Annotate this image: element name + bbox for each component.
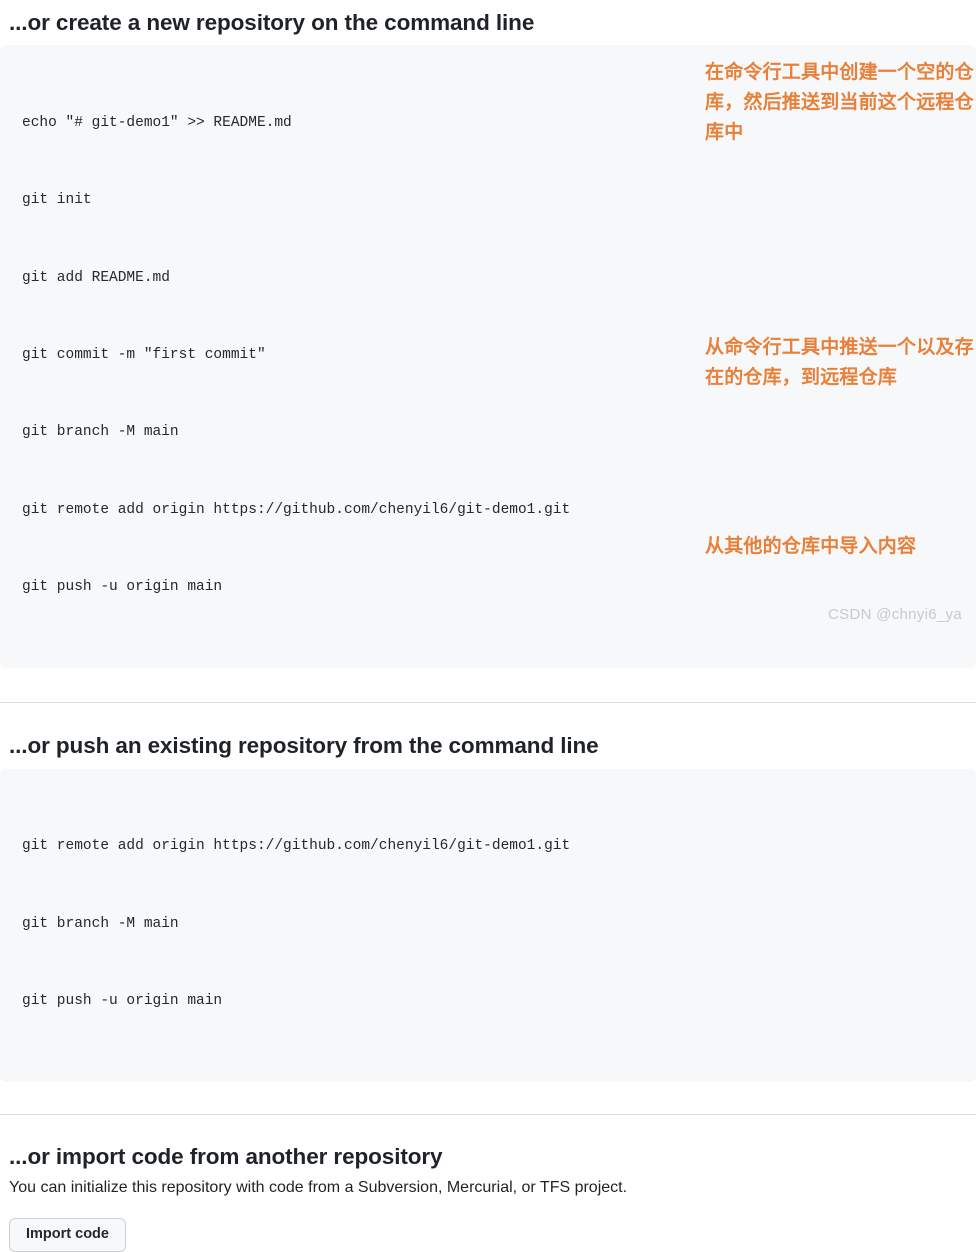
code-line: git init	[22, 192, 92, 209]
code-line: git branch -M main	[22, 915, 179, 932]
annotation-import-code: 从其他的仓库中导入内容	[705, 536, 917, 557]
section-push-heading: ...or push an existing repository from t…	[9, 733, 599, 759]
code-line: git push -u origin main	[22, 992, 223, 1009]
annotation-create-repository: 在命令行工具中创建一个空的仓库，然后推送到当前这个远程仓库中	[705, 62, 974, 143]
section-push-existing-repository: ...or push an existing repository from t…	[0, 703, 976, 1083]
annotation-push-repository: 从命令行工具中推送一个以及存在的仓库，到远程仓库	[705, 337, 974, 388]
code-line: git add README.md	[22, 269, 170, 286]
code-line: git branch -M main	[22, 424, 179, 441]
csdn-watermark: CSDN @chnyi6_ya	[828, 606, 962, 623]
import-code-button[interactable]: Import code	[9, 1218, 126, 1252]
section-import-code: ...or import code from another repositor…	[0, 1115, 976, 1252]
section-import-heading: ...or import code from another repositor…	[9, 1144, 443, 1170]
code-block-push[interactable]: git remote add origin https://github.com…	[0, 768, 976, 1083]
import-description: You can initialize this repository with …	[9, 1179, 628, 1197]
code-line: git push -u origin main	[22, 579, 223, 596]
section-create-heading: ...or create a new repository on the com…	[9, 10, 535, 35]
code-line: git remote add origin https://github.com…	[22, 838, 571, 855]
quick-setup-page: ...or create a new repository on the com…	[0, 0, 976, 1252]
code-line: git remote add origin https://github.com…	[22, 501, 571, 518]
